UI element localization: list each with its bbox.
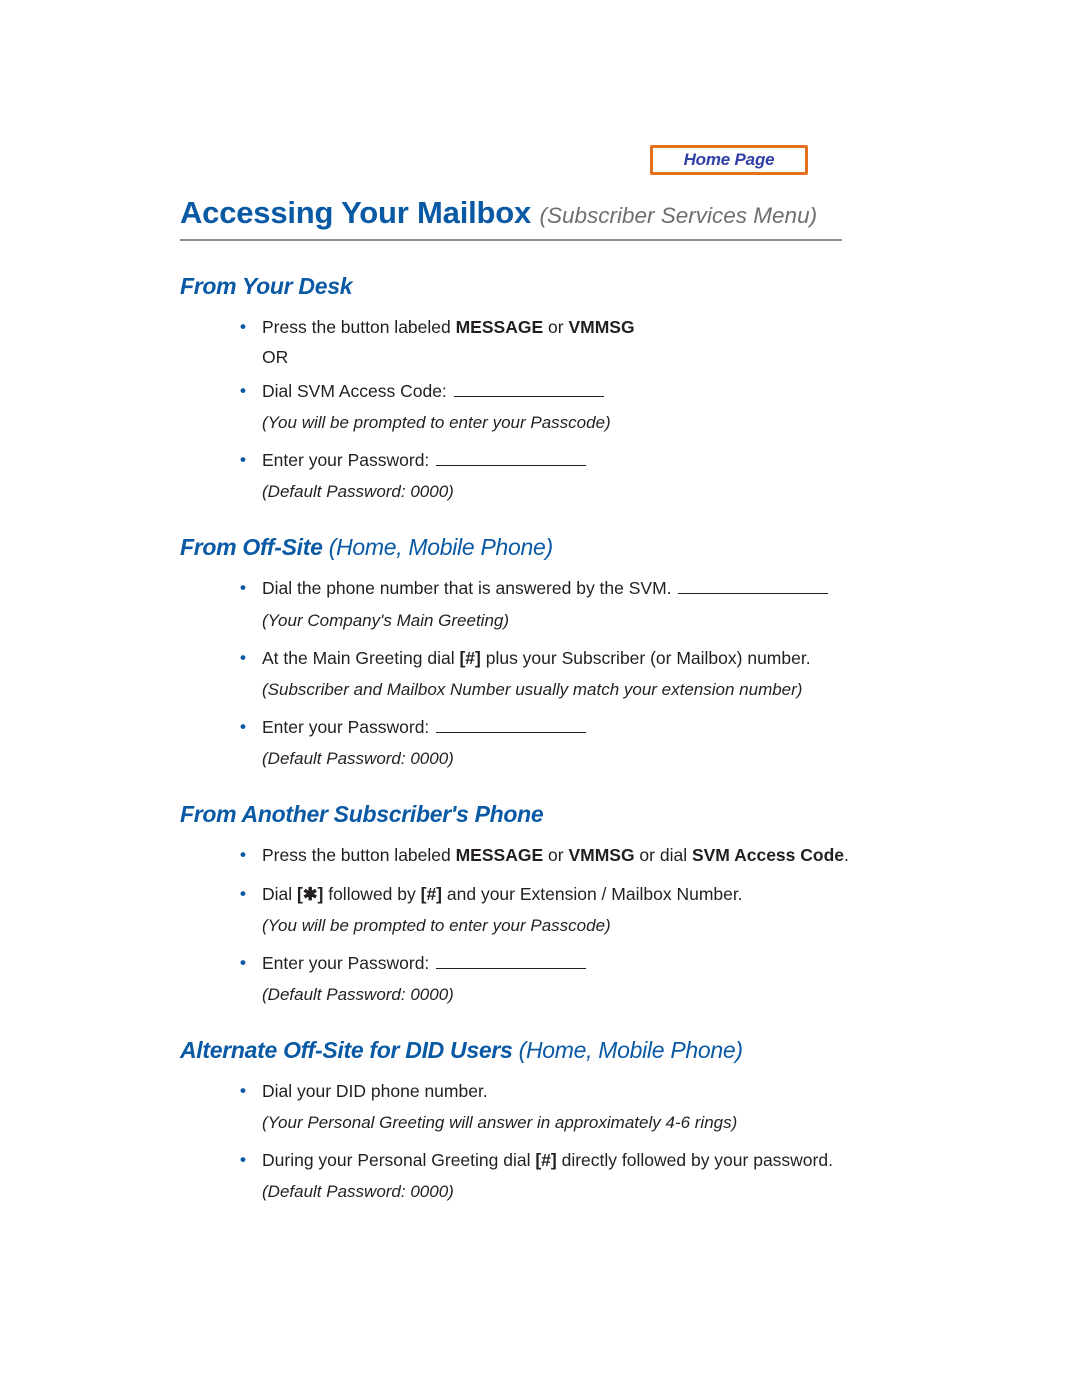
note-text: (You will be prompted to enter your Pass…: [180, 413, 900, 433]
text: .: [844, 845, 849, 865]
bold-text: MESSAGE: [456, 845, 544, 865]
list-item: Dial SVM Access Code:: [240, 378, 900, 405]
text: Dial your DID phone number.: [262, 1081, 488, 1101]
text: Dial the phone number that is answered b…: [262, 578, 672, 598]
text: Enter your Password:: [262, 953, 429, 973]
text: Dial SVM Access Code:: [262, 381, 447, 401]
steps-another: Press the button labeled MESSAGE or VMMS…: [180, 842, 900, 908]
steps-desk: Press the button labeled MESSAGE or VMMS…: [180, 314, 900, 341]
bold-text: [#]: [535, 1150, 556, 1170]
list-item: Press the button labeled MESSAGE or VMMS…: [240, 842, 900, 869]
note-text: (Default Password: 0000): [180, 482, 900, 502]
heading-text: Alternate Off-Site for DID Users: [180, 1037, 513, 1063]
bold-text: VMMSG: [568, 845, 634, 865]
note-text: (You will be prompted to enter your Pass…: [180, 916, 900, 936]
section-heading-another: From Another Subscriber's Phone: [180, 801, 900, 828]
text: followed by: [323, 884, 420, 904]
heading-text: From Your Desk: [180, 273, 352, 299]
text: Press the button labeled: [262, 317, 456, 337]
text: or dial: [635, 845, 692, 865]
heading-paren: (Home, Mobile Phone): [519, 1037, 743, 1063]
text: plus your Subscriber (or Mailbox) number…: [481, 648, 811, 668]
note-text: (Subscriber and Mailbox Number usually m…: [180, 680, 900, 700]
text: or: [543, 845, 568, 865]
blank-line: [436, 465, 586, 466]
bold-text: MESSAGE: [456, 317, 544, 337]
blank-line: [454, 396, 604, 397]
text: Press the button labeled: [262, 845, 456, 865]
blank-line: [678, 593, 828, 594]
text: directly followed by your password.: [557, 1150, 833, 1170]
home-page-label: Home Page: [684, 150, 775, 170]
title-rule: [180, 239, 842, 241]
section-heading-offsite: From Off-Site (Home, Mobile Phone): [180, 534, 900, 561]
section-heading-desk: From Your Desk: [180, 273, 900, 300]
list-item: Enter your Password:: [240, 714, 900, 741]
list-item: Enter your Password:: [240, 950, 900, 977]
note-text: (Default Password: 0000): [180, 1182, 900, 1202]
note-text: (Default Password: 0000): [180, 985, 900, 1005]
steps-did-2: During your Personal Greeting dial [#] d…: [180, 1147, 900, 1174]
bold-text: VMMSG: [568, 317, 634, 337]
or-text: OR: [180, 347, 900, 368]
text: Dial: [262, 884, 297, 904]
text: or: [543, 317, 568, 337]
note-text: (Your Personal Greeting will answer in a…: [180, 1113, 900, 1133]
steps-offsite-2: At the Main Greeting dial [#] plus your …: [180, 645, 900, 672]
list-item: At the Main Greeting dial [#] plus your …: [240, 645, 900, 672]
list-item: Press the button labeled MESSAGE or VMMS…: [240, 314, 900, 341]
steps-another-2: Enter your Password:: [180, 950, 900, 977]
page-title: Accessing Your Mailbox (Subscriber Servi…: [180, 195, 900, 231]
home-page-button[interactable]: Home Page: [650, 145, 808, 175]
list-item: Enter your Password:: [240, 447, 900, 474]
text: Enter your Password:: [262, 450, 429, 470]
text: At the Main Greeting dial: [262, 648, 459, 668]
blank-line: [436, 732, 586, 733]
bold-text: [✱]: [297, 884, 323, 904]
bold-text: [#]: [421, 884, 442, 904]
bold-text: SVM Access Code: [692, 845, 844, 865]
section-heading-did: Alternate Off-Site for DID Users (Home, …: [180, 1037, 900, 1064]
text: and your Extension / Mailbox Number.: [442, 884, 743, 904]
title-main: Accessing Your Mailbox: [180, 195, 531, 230]
list-item: During your Personal Greeting dial [#] d…: [240, 1147, 900, 1174]
list-item: Dial [✱] followed by [#] and your Extens…: [240, 881, 900, 908]
heading-paren: (Home, Mobile Phone): [329, 534, 553, 560]
blank-line: [436, 968, 586, 969]
steps-offsite: Dial the phone number that is answered b…: [180, 575, 900, 602]
title-subtitle: (Subscriber Services Menu): [539, 203, 817, 228]
steps-desk-cont2: Enter your Password:: [180, 447, 900, 474]
list-item: Dial the phone number that is answered b…: [240, 575, 900, 602]
text: During your Personal Greeting dial: [262, 1150, 535, 1170]
heading-text: From Off-Site: [180, 534, 323, 560]
bold-text: [#]: [459, 648, 480, 668]
steps-did: Dial your DID phone number.: [180, 1078, 900, 1105]
text: Enter your Password:: [262, 717, 429, 737]
steps-offsite-3: Enter your Password:: [180, 714, 900, 741]
document-page: Home Page Accessing Your Mailbox (Subscr…: [0, 0, 1080, 1397]
steps-desk-cont: Dial SVM Access Code:: [180, 378, 900, 405]
note-text: (Default Password: 0000): [180, 749, 900, 769]
heading-text: From Another Subscriber's Phone: [180, 801, 543, 827]
note-text: (Your Company's Main Greeting): [180, 611, 900, 631]
list-item: Dial your DID phone number.: [240, 1078, 900, 1105]
